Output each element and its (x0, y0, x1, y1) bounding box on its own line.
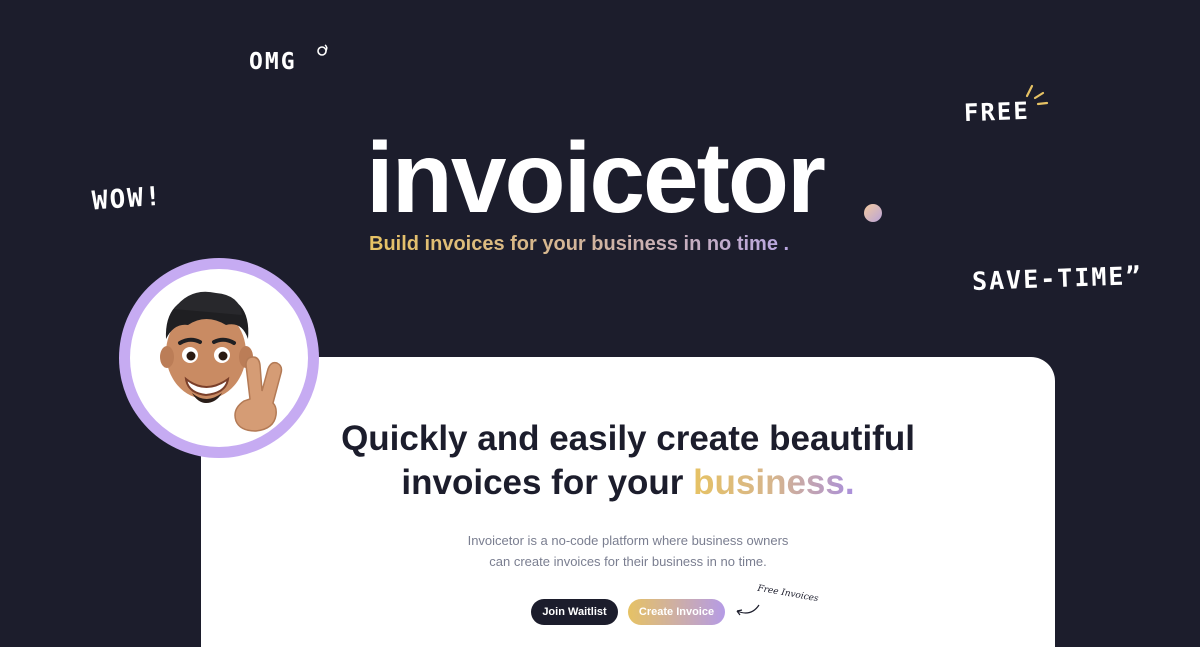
free-doodle: FREE (963, 96, 1031, 128)
avatar-image (130, 269, 308, 447)
join-waitlist-button[interactable]: Join Waitlist (531, 599, 618, 625)
avatar (119, 258, 319, 458)
headline-accent: business. (693, 463, 855, 502)
create-invoice-button[interactable]: Create Invoice (628, 599, 725, 625)
free-invoices-annotation: Free Invoices (756, 583, 820, 605)
swirl-icon (317, 44, 328, 56)
wow-doodle: WOW! (91, 181, 164, 217)
headline-line-1: Quickly and easily create beautiful (341, 419, 915, 458)
arrow-icon (736, 604, 760, 616)
headline-line-2: invoices for your (401, 463, 694, 502)
brand-wordmark: invoicetor (366, 122, 826, 234)
description-line-1: Invoicetor is a no-code platform where b… (467, 533, 789, 548)
hero-description: Invoicetor is a no-code platform where b… (201, 530, 1055, 572)
description-line-2: can create invoices for their business i… (489, 554, 767, 569)
brand-dot (864, 204, 882, 222)
sparkle-icon (1025, 84, 1049, 106)
memoji-icon (160, 291, 283, 432)
omg-doodle: OMG (249, 49, 297, 75)
hero-card: Quickly and easily create beautiful invo… (201, 357, 1055, 647)
save-time-doodle: SAVE-TIME” (971, 261, 1143, 296)
hero-headline: Quickly and easily create beautiful invo… (201, 417, 1055, 505)
brand-tagline: Build invoices for your business in no t… (369, 233, 790, 255)
